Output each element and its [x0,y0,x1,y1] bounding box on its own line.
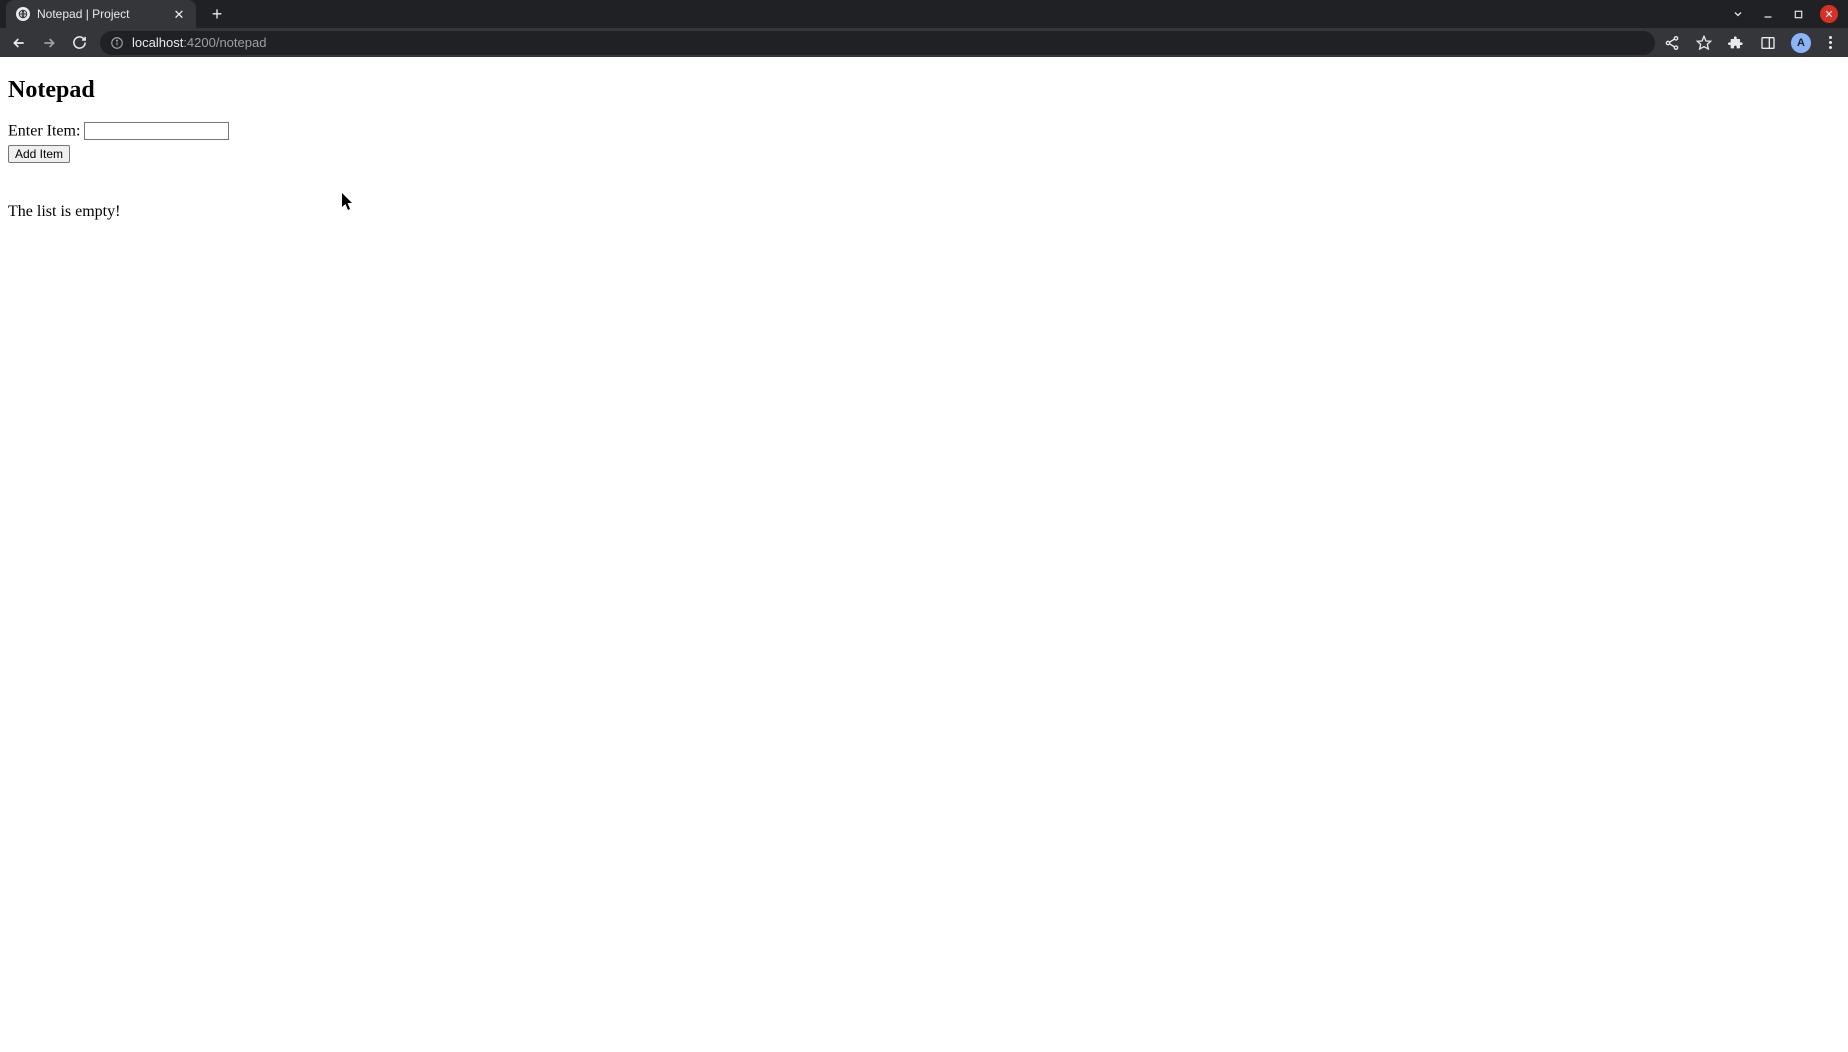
avatar-initial: A [1797,37,1805,49]
info-icon[interactable] [110,36,124,50]
tab-bar: Notepad | Project ✕ + ✕ [0,0,1848,28]
new-tab-button[interactable]: + [204,1,230,27]
window-close-icon[interactable]: ✕ [1820,5,1838,23]
toolbar-right: A [1663,33,1842,53]
chevron-down-icon[interactable] [1730,6,1746,22]
browser-chrome: Notepad | Project ✕ + ✕ [0,0,1848,57]
globe-icon [16,7,30,21]
bookmark-icon[interactable] [1695,34,1713,52]
kebab-menu-icon[interactable] [1825,36,1836,49]
avatar[interactable]: A [1791,33,1811,53]
browser-tab[interactable]: Notepad | Project ✕ [6,0,196,28]
window-controls: ✕ [1730,5,1848,23]
panel-icon[interactable] [1759,34,1777,52]
tab-title: Notepad | Project [37,7,165,21]
share-icon[interactable] [1663,34,1681,52]
empty-list-message: The list is empty! [8,203,1840,221]
back-button[interactable] [6,30,32,56]
url-path: :4200/notepad [183,35,266,50]
forward-button[interactable] [36,30,62,56]
close-tab-icon[interactable]: ✕ [172,7,186,21]
item-input[interactable] [84,122,229,140]
input-label: Enter Item: [8,123,80,140]
reload-button[interactable] [66,30,92,56]
browser-toolbar: localhost:4200/notepad A [0,28,1848,57]
maximize-icon[interactable] [1790,6,1806,22]
page-title: Notepad [8,77,1840,104]
url-host: localhost [132,35,183,50]
minimize-icon[interactable] [1760,6,1776,22]
address-bar[interactable]: localhost:4200/notepad [100,31,1655,55]
add-item-button[interactable]: Add Item [8,145,70,163]
extensions-icon[interactable] [1727,34,1745,52]
url-text: localhost:4200/notepad [132,35,266,50]
form-row: Enter Item: [8,122,1840,141]
page-content: Notepad Enter Item: Add Item The list is… [0,57,1848,229]
